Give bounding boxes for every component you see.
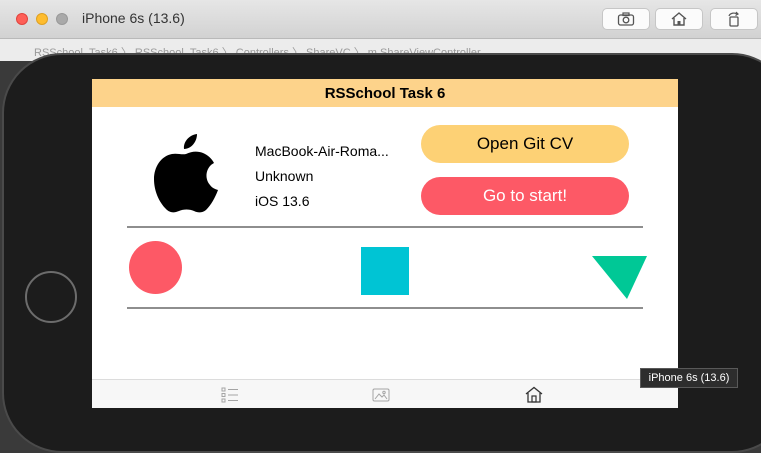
apple-logo-icon (154, 134, 218, 213)
device-os: iOS 13.6 (255, 193, 310, 209)
home-device-button[interactable] (655, 8, 703, 30)
tooltip: iPhone 6s (13.6) (640, 368, 738, 388)
device-info: MacBook-Air-Roma... Unknown iOS 13.6 (255, 139, 389, 214)
home-icon[interactable] (524, 385, 544, 405)
divider (127, 307, 643, 309)
minimize-window-button[interactable] (36, 13, 48, 25)
triangle-shape (592, 256, 647, 299)
divider (127, 226, 643, 228)
camera-icon (617, 12, 635, 26)
screenshot-button[interactable] (602, 8, 650, 30)
simulator-titlebar: iPhone 6s (13.6) (0, 0, 761, 39)
zoom-window-button[interactable] (56, 13, 68, 25)
device-name: MacBook-Air-Roma... (255, 143, 389, 159)
rotate-icon (728, 11, 739, 27)
rotate-device-button[interactable] (710, 8, 758, 30)
hardware-home-button[interactable] (25, 271, 77, 323)
navigation-bar: RSSchool Task 6 (92, 79, 678, 107)
go-to-start-button[interactable]: Go to start! (421, 177, 629, 215)
tab-bar (92, 379, 678, 408)
home-icon (671, 12, 687, 26)
circle-shape (129, 241, 182, 294)
close-window-button[interactable] (16, 13, 28, 25)
list-icon[interactable] (220, 385, 240, 405)
device-model: Unknown (255, 168, 314, 184)
page-title: RSSchool Task 6 (324, 84, 446, 102)
open-git-cv-button[interactable]: Open Git CV (421, 125, 629, 163)
window-title: iPhone 6s (13.6) (82, 10, 185, 26)
app-screen: RSSchool Task 6 MacBook-Air-Roma... Unkn… (92, 79, 678, 408)
gallery-icon[interactable] (371, 385, 391, 405)
square-shape (361, 247, 409, 295)
